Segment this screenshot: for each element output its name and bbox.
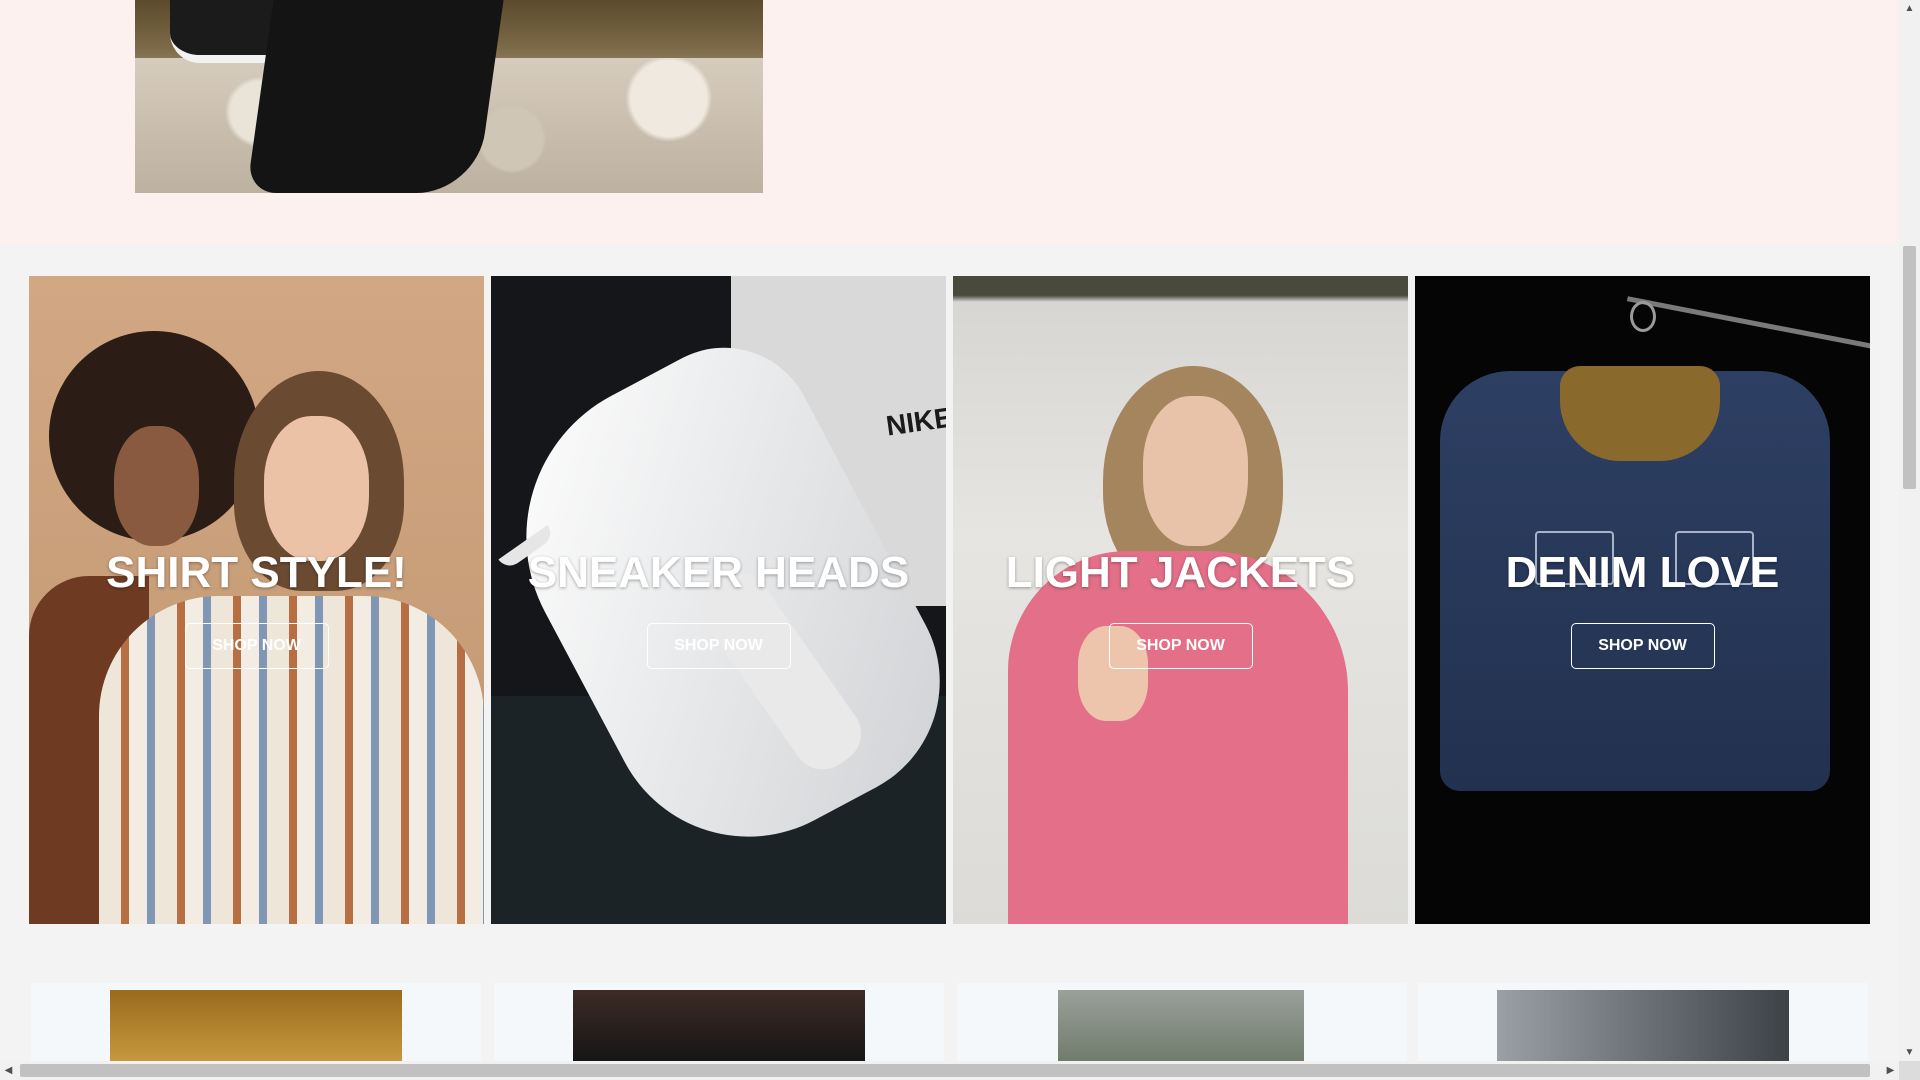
- hero-photo: [135, 0, 763, 193]
- card-title: SHIRT STYLE!: [106, 548, 407, 597]
- shop-now-button[interactable]: SHOP NOW: [1570, 623, 1715, 669]
- scroll-left-arrow-icon[interactable]: ◀: [0, 1061, 17, 1080]
- category-card-denim-love[interactable]: DENIM LOVE SHOP NOW: [1415, 276, 1870, 924]
- scroll-up-arrow-icon[interactable]: ▲: [1899, 0, 1920, 17]
- product-card[interactable]: [494, 983, 944, 1061]
- horizontal-scrollbar[interactable]: ◀ ▶: [0, 1061, 1899, 1080]
- sneaker-heads-image: NIKE: [491, 276, 946, 924]
- leg-image-part: [246, 0, 504, 193]
- category-cards: SHIRT STYLE! SHOP NOW NIKE SNEAKER HEADS…: [29, 276, 1870, 924]
- scroll-right-arrow-icon[interactable]: ▶: [1882, 1061, 1899, 1080]
- shop-now-button[interactable]: SHOP NOW: [1108, 623, 1253, 669]
- card-title: DENIM LOVE: [1505, 548, 1780, 597]
- category-card-light-jackets[interactable]: LIGHT JACKETS SHOP NOW: [953, 276, 1408, 924]
- light-jackets-image: [953, 276, 1408, 924]
- product-card[interactable]: [957, 983, 1407, 1061]
- card-title: LIGHT JACKETS: [1005, 548, 1356, 597]
- shirt-style-image: [29, 276, 484, 924]
- product-card[interactable]: [31, 983, 481, 1061]
- product-thumbnails-row: [29, 983, 1869, 1061]
- product-image: [110, 990, 402, 1061]
- vertical-scroll-thumb[interactable]: [1903, 246, 1916, 489]
- shop-now-button[interactable]: SHOP NOW: [646, 623, 791, 669]
- category-card-shirt-style[interactable]: SHIRT STYLE! SHOP NOW: [29, 276, 484, 924]
- category-card-sneaker-heads[interactable]: NIKE SNEAKER HEADS SHOP NOW: [491, 276, 946, 924]
- horizontal-scroll-thumb[interactable]: [20, 1064, 1870, 1077]
- denim-love-image: [1415, 276, 1870, 924]
- product-image: [1058, 990, 1304, 1061]
- scrollbar-corner: [1899, 1061, 1920, 1080]
- page: SHIRT STYLE! SHOP NOW NIKE SNEAKER HEADS…: [0, 0, 1899, 1061]
- product-image: [573, 990, 865, 1061]
- shop-now-button[interactable]: SHOP NOW: [184, 623, 329, 669]
- card-title: SNEAKER HEADS: [527, 548, 910, 597]
- top-section: [0, 0, 1899, 244]
- product-image: [1497, 990, 1789, 1061]
- vertical-scrollbar[interactable]: ▲ ▼: [1899, 0, 1920, 1061]
- product-card[interactable]: [1418, 983, 1868, 1061]
- scroll-down-arrow-icon[interactable]: ▼: [1899, 1044, 1920, 1061]
